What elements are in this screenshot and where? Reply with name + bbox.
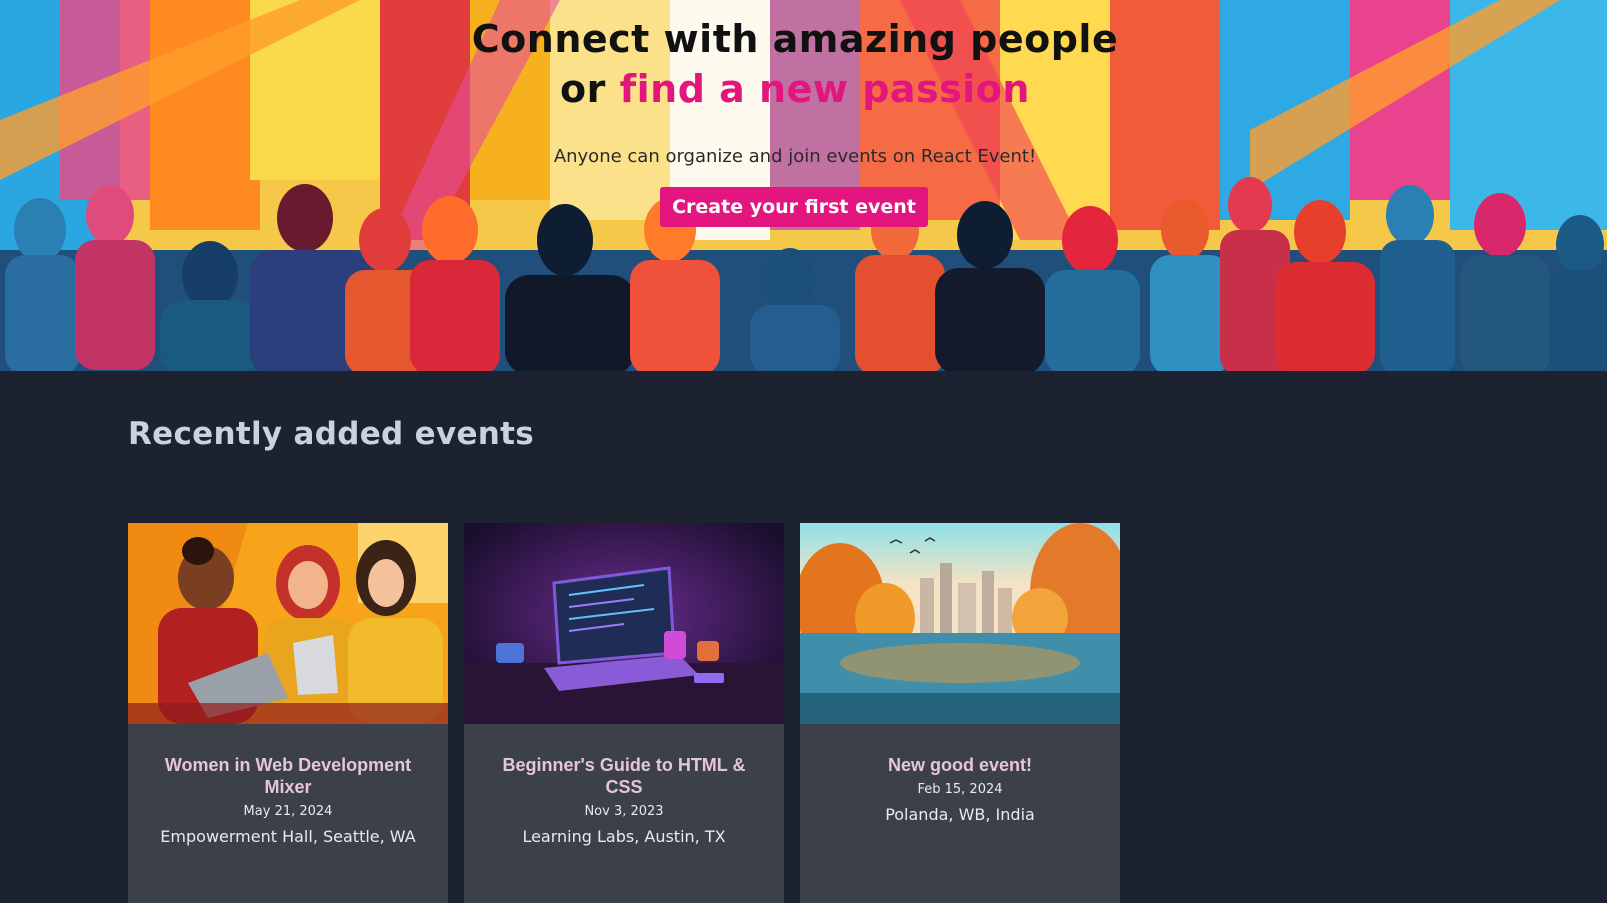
event-location: Empowerment Hall, Seattle, WA bbox=[160, 827, 416, 846]
event-card[interactable]: New good event! Feb 15, 2024 Polanda, WB… bbox=[800, 523, 1120, 903]
hero-title-line1: Connect with amazing people bbox=[471, 17, 1119, 61]
hero-title: Connect with amazing people or find a ne… bbox=[0, 14, 1590, 114]
event-title[interactable]: Beginner's Guide to HTML & CSS bbox=[494, 754, 754, 798]
event-location: Polanda, WB, India bbox=[885, 805, 1035, 824]
event-date: May 21, 2024 bbox=[243, 804, 333, 819]
event-title[interactable]: Women in Web Development Mixer bbox=[158, 754, 418, 798]
event-date: Nov 3, 2023 bbox=[584, 804, 664, 819]
event-card[interactable]: Beginner's Guide to HTML & CSS Nov 3, 20… bbox=[464, 523, 784, 903]
event-location: Learning Labs, Austin, TX bbox=[522, 827, 726, 846]
event-card[interactable]: Women in Web Development Mixer May 21, 2… bbox=[128, 523, 448, 903]
hero-title-accent: find a new passion bbox=[619, 67, 1030, 111]
hero-title-or: or bbox=[560, 67, 606, 111]
create-event-button[interactable]: Create your first event bbox=[660, 187, 928, 227]
section-title: Recently added events bbox=[128, 416, 535, 452]
event-title[interactable]: New good event! bbox=[830, 754, 1090, 776]
event-image-laptop-desk[interactable] bbox=[464, 523, 784, 724]
event-date: Feb 15, 2024 bbox=[917, 782, 1003, 797]
event-image-women-coding[interactable] bbox=[128, 523, 448, 724]
hero-subtitle: Anyone can organize and join events on R… bbox=[553, 146, 1037, 167]
hero-banner: Connect with amazing people or find a ne… bbox=[0, 0, 1607, 371]
event-image-autumn-city-lake[interactable] bbox=[800, 523, 1120, 724]
